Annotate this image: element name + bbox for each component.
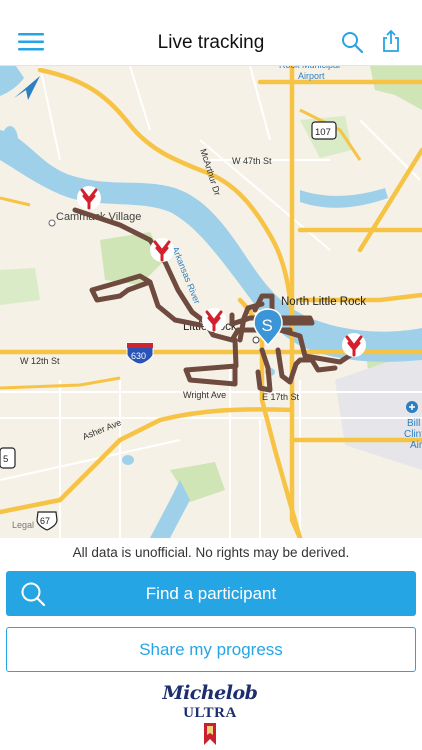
- sponsor-logo: Michelob ULTRA: [155, 680, 265, 746]
- map-view[interactable]: Rock MunicipalAirport W 47th St McArthur…: [0, 66, 422, 538]
- side-road-shield: 5: [0, 447, 16, 469]
- sponsor-logo-line1: Michelob: [162, 682, 258, 704]
- find-participant-button[interactable]: Find a participant: [6, 571, 416, 616]
- svg-text:5: 5: [3, 454, 8, 465]
- top-bar: Live tracking: [0, 0, 422, 66]
- ribbon-icon: [204, 723, 216, 745]
- map-legal-link[interactable]: Legal: [12, 520, 34, 530]
- share-progress-button[interactable]: Share my progress: [6, 627, 416, 672]
- map-label-nlr: North Little Rock: [281, 296, 366, 308]
- search-icon[interactable]: [341, 31, 363, 53]
- participant-marker[interactable]: [77, 186, 101, 210]
- share-progress-label: Share my progress: [139, 640, 283, 659]
- airport-icon: [406, 401, 418, 413]
- map-canvas[interactable]: Rock MunicipalAirport W 47th St McArthur…: [0, 66, 422, 538]
- map-label-e17: E 17th St: [262, 392, 300, 402]
- participant-marker[interactable]: [202, 308, 226, 332]
- disclaimer-text: All data is unofficial. No rights may be…: [72, 545, 350, 560]
- svg-text:630: 630: [131, 351, 146, 361]
- svg-text:S: S: [262, 316, 273, 335]
- participant-marker[interactable]: [342, 333, 366, 357]
- svg-text:107: 107: [315, 127, 331, 138]
- map-label-w47: W 47th St: [232, 156, 272, 166]
- place-dot: [48, 219, 56, 227]
- place-dot: [252, 336, 260, 344]
- map-label-w12: W 12th St: [20, 356, 60, 366]
- share-icon[interactable]: [381, 29, 401, 53]
- map-label-wright: Wright Ave: [183, 390, 226, 400]
- hwy107-shield: 107: [311, 121, 337, 140]
- sponsor-logo-line2: ULTRA: [183, 705, 237, 721]
- svg-text:67: 67: [40, 516, 50, 526]
- find-participant-label: Find a participant: [145, 584, 277, 603]
- participant-marker[interactable]: [150, 238, 174, 262]
